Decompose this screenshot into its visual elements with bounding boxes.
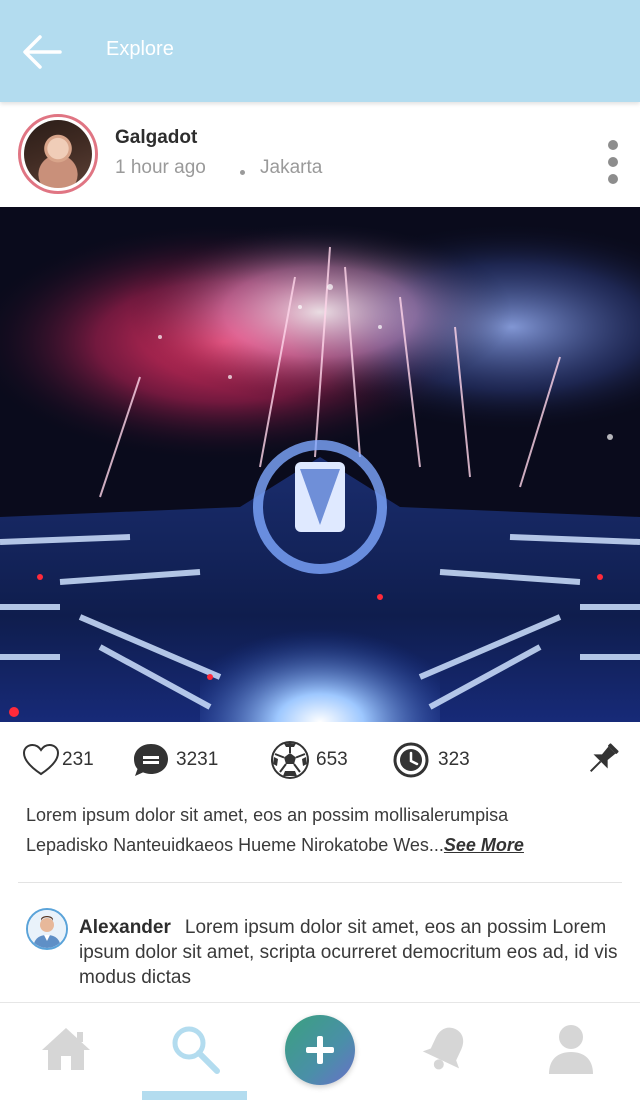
message-button[interactable]: 3231 — [132, 740, 218, 780]
heart-icon — [22, 743, 60, 776]
user-avatar[interactable] — [18, 114, 98, 194]
user-icon[interactable] — [541, 1019, 601, 1079]
home-icon[interactable] — [36, 1019, 96, 1079]
more-options-icon[interactable] — [600, 140, 626, 184]
like-button[interactable]: 231 — [22, 740, 94, 780]
plus-icon — [306, 1036, 334, 1064]
back-arrow-icon[interactable] — [20, 32, 64, 72]
post-image[interactable] — [0, 207, 640, 722]
like-count: 231 — [62, 749, 94, 770]
ball-count: 653 — [316, 749, 348, 770]
message-count: 3231 — [176, 749, 219, 770]
views-button[interactable]: 323 — [392, 740, 470, 780]
message-bubble-icon — [134, 744, 168, 776]
separator-dot — [240, 170, 245, 175]
page-title: Explore — [106, 38, 174, 60]
ball-button[interactable]: 653 — [270, 740, 348, 780]
post-caption: Lorem ipsum dolor sit amet, eos an possi… — [26, 800, 621, 860]
avatar-photo — [24, 120, 92, 188]
app-header: Explore — [0, 0, 640, 102]
add-post-button[interactable] — [285, 1015, 355, 1085]
active-tab-indicator — [142, 1091, 247, 1100]
post-time: 1 hour ago — [115, 157, 206, 178]
caption-line-1: Lorem ipsum dolor sit amet, eos an possi… — [26, 805, 509, 825]
post-username[interactable]: Galgadot — [115, 127, 197, 149]
comment: Alexander Lorem ipsum dolor sit amet, eos… — [79, 915, 619, 990]
caption-line-2-text: Lepadisko Nanteuidkaeos Hueme Nirokatobe… — [26, 835, 444, 855]
comment-author[interactable]: Alexander — [79, 917, 171, 938]
search-icon[interactable] — [165, 1019, 225, 1079]
bell-icon[interactable] — [416, 1019, 476, 1079]
comment-avatar[interactable] — [26, 908, 68, 950]
pin-icon — [589, 743, 619, 773]
post-location[interactable]: Jakarta — [260, 157, 322, 179]
divider — [18, 882, 622, 883]
soccer-ball-icon — [271, 741, 309, 779]
views-count: 323 — [438, 749, 470, 770]
caption-line-2: Lepadisko Nanteuidkaeos Hueme Nirokatobe… — [26, 830, 621, 860]
see-more-link[interactable]: See More — [444, 835, 524, 855]
pin-button[interactable] — [582, 740, 622, 780]
clock-icon — [393, 742, 429, 778]
